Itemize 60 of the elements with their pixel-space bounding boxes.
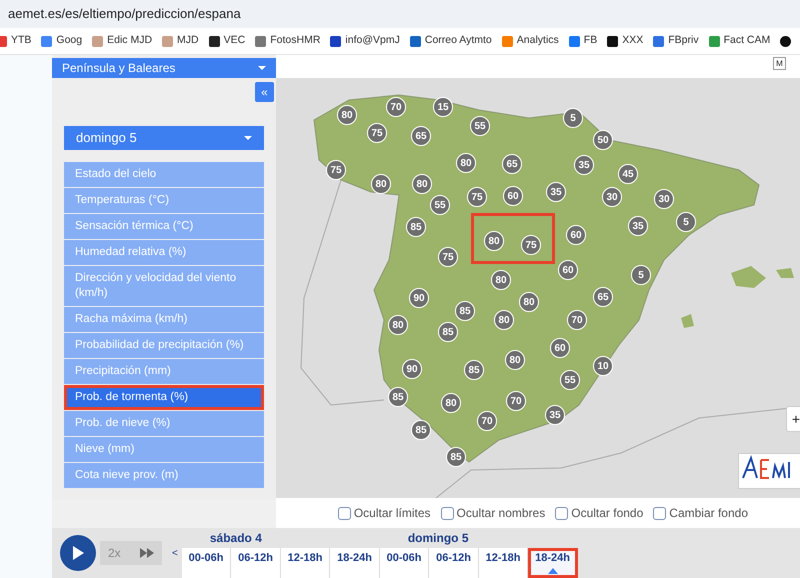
bookmark-icon: [41, 36, 52, 46]
time-slot-tab[interactable]: 12-18h: [280, 548, 330, 578]
bookmark-item[interactable]: YTB: [0, 33, 32, 49]
play-icon: [72, 546, 84, 560]
bookmark-icon: [653, 36, 664, 46]
time-slot-tab[interactable]: 00-06h: [182, 548, 232, 578]
checkbox-label: Cambiar fondo: [669, 505, 748, 522]
previous-button[interactable]: <: [172, 546, 178, 561]
zoom-in-button[interactable]: +: [786, 406, 800, 432]
bookmark-icon: [708, 36, 720, 46]
selected-pointer-icon: [548, 568, 558, 574]
dropdown-caret-icon: [258, 66, 266, 70]
bookmark-icon: [780, 36, 792, 46]
fast-forward-icon: [140, 548, 154, 558]
checkbox-label: Ocultar nombres: [456, 505, 546, 522]
checkbox[interactable]: [440, 506, 454, 520]
map-marker[interactable]: 5: [563, 108, 583, 128]
checkbox[interactable]: [338, 506, 351, 520]
bookmark-item[interactable]: VEC: [208, 33, 246, 49]
aemet-logo: [738, 453, 800, 489]
collapse-button[interactable]: «: [255, 82, 274, 102]
region-select[interactable]: Península y Baleares: [52, 58, 276, 78]
bookmark-icon: [92, 36, 104, 46]
bookmark-icon: [330, 36, 342, 46]
map-marker[interactable]: 85: [388, 387, 408, 407]
bookmark-item[interactable]: MJD: [162, 33, 199, 49]
checkbox-label: Ocultar límites: [354, 505, 431, 522]
address-bar[interactable]: aemet.es/es/eltiempo/prediccion/espana: [0, 0, 800, 28]
time-slot-tab[interactable]: 06-12h: [429, 548, 479, 578]
bookmark-item[interactable]: FotosHMR: [255, 33, 320, 49]
bookmark-item[interactable]: FBpriv: [653, 33, 699, 49]
bookmark-icon: [255, 36, 266, 46]
time-slot-tab[interactable]: 00-06h: [380, 548, 430, 578]
map-marker[interactable]: 15: [433, 97, 453, 117]
day-select[interactable]: domingo 5: [64, 126, 264, 150]
bookmark-icon: [568, 36, 580, 46]
play-button[interactable]: [60, 535, 96, 571]
time-slot-tab[interactable]: 06-12h: [231, 548, 281, 578]
bookmark-item[interactable]: XXX: [607, 33, 644, 49]
checkbox[interactable]: [555, 506, 568, 520]
bookmark-item[interactable]: Fact CAM: [708, 33, 770, 49]
time-slot-tab[interactable]: 18-24h: [528, 548, 578, 578]
bookmark-icon: [410, 36, 421, 46]
checkbox[interactable]: [653, 506, 666, 520]
map-marker[interactable]: 85: [446, 447, 466, 467]
bookmark-icon: [502, 36, 513, 46]
bookmark-icon: [607, 36, 618, 46]
bookmark-icon: [162, 36, 174, 46]
bookmark-icon: [208, 36, 220, 46]
dropdown-caret-icon: [244, 136, 252, 140]
bookmark-item[interactable]: FB: [568, 33, 598, 49]
checkbox-label: Ocultar fondo: [571, 505, 644, 522]
bookmark-item[interactable]: Analytics: [502, 33, 559, 49]
variable-menu-item[interactable]: Prob. de tormenta (%): [64, 385, 264, 410]
bookmark-item[interactable]: Edic MJD: [92, 33, 152, 49]
layer-button[interactable]: M: [773, 57, 786, 70]
bookmark-item[interactable]: Correo Aytmto: [410, 33, 492, 49]
map-marker[interactable]: 85: [411, 420, 431, 440]
bookmark-item[interactable]: info@VpmJ: [330, 33, 400, 49]
bookmark-item[interactable]: Goog: [41, 33, 82, 49]
